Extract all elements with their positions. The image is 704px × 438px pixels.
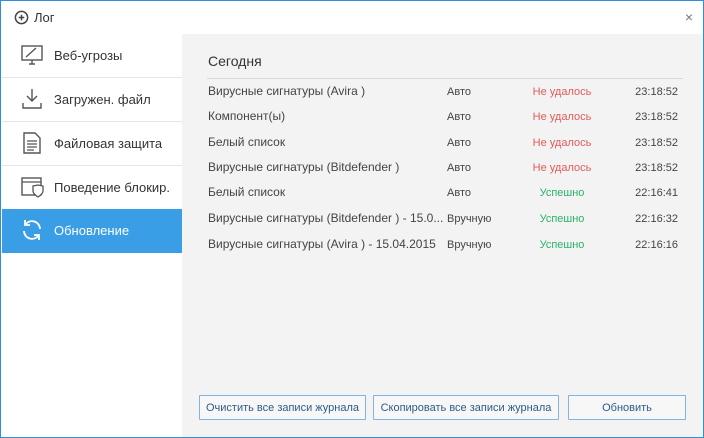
- log-entry-status: Не удалось: [532, 162, 592, 174]
- close-icon[interactable]: ×: [685, 9, 693, 25]
- sidebar-item-label: Поведение блокир.: [54, 180, 170, 195]
- log-entry-name: Белый список: [208, 185, 286, 199]
- log-row: Белый список Авто Не удалось 23:18:52: [182, 135, 703, 159]
- sidebar-item-downloaded-file[interactable]: Загружен. файл: [2, 78, 182, 122]
- log-entry-name: Компонент(ы): [208, 109, 286, 123]
- log-entry-status: Не удалось: [532, 137, 592, 149]
- log-entry-time: 23:18:52: [635, 137, 678, 149]
- log-row: Белый список Авто Успешно 22:16:41: [182, 185, 703, 209]
- log-row: Вирусные сигнатуры (Bitdefender ) Авто Н…: [182, 160, 703, 184]
- sidebar-item-behavior-blocker[interactable]: Поведение блокир.: [2, 166, 182, 210]
- log-entry-type: Авто: [447, 187, 471, 199]
- shield-window-icon: [21, 177, 44, 198]
- log-entry-time: 22:16:41: [635, 187, 678, 199]
- download-icon: [22, 89, 42, 109]
- sidebar-item-label: Загружен. файл: [54, 92, 151, 107]
- sidebar-item-file-protection[interactable]: Файловая защита: [2, 122, 182, 166]
- clear-log-button[interactable]: Очистить все записи журнала: [199, 395, 366, 420]
- log-window: Лог × Веб-угрозы Загружен. файл Файловая: [0, 0, 704, 438]
- log-row: Компонент(ы) Авто Не удалось 23:18:52: [182, 109, 703, 133]
- sidebar-item-web-threats[interactable]: Веб-угрозы: [2, 34, 182, 78]
- log-entry-time: 23:18:52: [635, 111, 678, 123]
- title-bar: Лог ×: [1, 1, 703, 33]
- copy-log-button[interactable]: Скопировать все записи журнала: [373, 395, 559, 420]
- log-entry-type: Авто: [447, 162, 471, 174]
- app-logo-icon: [14, 10, 29, 25]
- log-panel: Сегодня Вирусные сигнатуры (Avira ) Авто…: [182, 34, 703, 437]
- section-divider: [207, 78, 683, 79]
- monitor-icon: [21, 45, 43, 65]
- log-entry-name: Вирусные сигнатуры (Bitdefender ): [208, 160, 400, 174]
- log-entry-name: Вирусные сигнатуры (Bitdefender ) - 15.0…: [208, 211, 443, 225]
- log-entry-type: Вручную: [447, 213, 492, 225]
- log-entry-time: 22:16:16: [635, 239, 678, 251]
- log-entry-type: Авто: [447, 86, 471, 98]
- log-entry-name: Белый список: [208, 135, 286, 149]
- log-entry-type: Авто: [447, 137, 471, 149]
- sidebar: Веб-угрозы Загружен. файл Файловая защит…: [2, 34, 182, 436]
- log-entry-status: Успешно: [539, 187, 585, 199]
- log-entry-status: Не удалось: [532, 86, 592, 98]
- log-entry-time: 23:18:52: [635, 162, 678, 174]
- log-entry-status: Успешно: [539, 239, 585, 251]
- sidebar-item-update[interactable]: Обновление: [2, 209, 182, 253]
- sidebar-item-label: Веб-угрозы: [54, 48, 123, 63]
- log-entry-time: 22:16:32: [635, 213, 678, 225]
- sidebar-item-label: Файловая защита: [54, 136, 163, 151]
- log-entry-type: Вручную: [447, 239, 492, 251]
- log-row: Вирусные сигнатуры (Avira ) - 15.04.2015…: [182, 237, 703, 261]
- log-row: Вирусные сигнатуры (Bitdefender ) - 15.0…: [182, 211, 703, 235]
- refresh-icon: [23, 220, 41, 240]
- log-row: Вирусные сигнатуры (Avira ) Авто Не удал…: [182, 84, 703, 108]
- log-entry-name: Вирусные сигнатуры (Avira ) - 15.04.2015: [208, 237, 436, 251]
- log-entry-status: Не удалось: [532, 111, 592, 123]
- log-entry-name: Вирусные сигнатуры (Avira ): [208, 84, 366, 98]
- log-entry-type: Авто: [447, 111, 471, 123]
- section-title: Сегодня: [208, 53, 262, 69]
- sidebar-item-label: Обновление: [54, 223, 130, 238]
- document-icon: [23, 132, 41, 154]
- window-title: Лог: [34, 10, 55, 25]
- refresh-button[interactable]: Обновить: [568, 395, 686, 420]
- log-entry-status: Успешно: [539, 213, 585, 225]
- log-entry-time: 23:18:52: [635, 86, 678, 98]
